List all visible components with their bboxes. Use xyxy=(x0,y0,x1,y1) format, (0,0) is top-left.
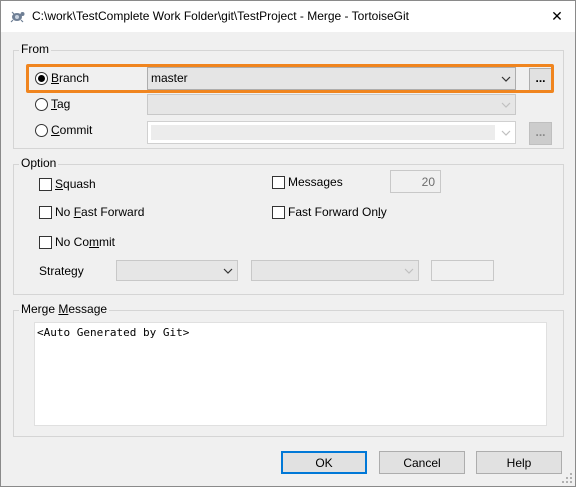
browse-dots: ... xyxy=(535,71,546,85)
messages-checkbox-box[interactable] xyxy=(272,175,285,189)
no-fast-forward-checkbox-box[interactable] xyxy=(39,205,52,219)
cancel-button[interactable]: Cancel xyxy=(379,451,465,474)
fast-forward-only-checkbox-box[interactable] xyxy=(272,205,285,219)
fast-forward-only-checkbox[interactable]: Fast Forward Only xyxy=(272,204,387,220)
strategy-param-input[interactable] xyxy=(431,260,494,281)
tag-label: Tag xyxy=(51,97,71,111)
window-title: C:\work\TestComplete Work Folder\git\Tes… xyxy=(32,9,410,23)
messages-count-input[interactable]: 20 xyxy=(390,170,441,193)
strategy-combo[interactable] xyxy=(116,260,238,281)
tag-radio-button[interactable] xyxy=(35,97,48,111)
close-icon: ✕ xyxy=(551,7,563,24)
squash-checkbox-box[interactable] xyxy=(39,177,52,191)
branch-label: Branch xyxy=(51,71,90,85)
ok-button[interactable]: OK xyxy=(281,451,367,474)
no-fast-forward-checkbox[interactable]: No Fast Forward xyxy=(39,204,144,220)
commit-browse-button[interactable]: ... xyxy=(529,122,552,145)
squash-label: Squash xyxy=(55,177,96,191)
commit-radio-button[interactable] xyxy=(35,123,48,137)
tortoisegit-icon xyxy=(10,9,26,23)
resize-grip-icon[interactable] xyxy=(561,472,573,484)
commit-radio[interactable]: Commit xyxy=(35,122,92,138)
squash-checkbox[interactable]: Squash xyxy=(39,176,96,192)
no-commit-checkbox[interactable]: No Commit xyxy=(39,234,115,250)
tag-combo[interactable] xyxy=(147,94,516,115)
commit-combo[interactable] xyxy=(147,121,516,144)
branch-combo[interactable]: master xyxy=(147,67,516,90)
no-commit-checkbox-box[interactable] xyxy=(39,235,52,249)
strategy-option-combo[interactable] xyxy=(251,260,419,281)
branch-radio[interactable]: Branch xyxy=(35,70,89,86)
branch-browse-button[interactable]: ... xyxy=(529,68,552,91)
messages-label: Messages xyxy=(288,175,343,189)
title-bar: C:\work\TestComplete Work Folder\git\Tes… xyxy=(1,1,575,32)
option-legend: Option xyxy=(19,156,59,170)
chevron-down-icon xyxy=(402,261,416,280)
chevron-down-icon xyxy=(499,122,513,143)
tag-radio[interactable]: Tag xyxy=(35,96,70,112)
chevron-down-icon xyxy=(499,95,513,114)
fast-forward-only-label: Fast Forward Only xyxy=(288,205,387,219)
merge-dialog: C:\work\TestComplete Work Folder\git\Tes… xyxy=(0,0,576,487)
branch-combo-value: master xyxy=(151,71,188,85)
chevron-down-icon xyxy=(499,68,513,89)
branch-radio-button[interactable] xyxy=(35,71,48,85)
browse-dots: ... xyxy=(535,125,546,139)
from-legend: From xyxy=(19,42,51,56)
messages-checkbox[interactable]: Messages xyxy=(272,174,343,190)
close-button[interactable]: ✕ xyxy=(544,5,570,27)
chevron-down-icon xyxy=(221,261,235,280)
help-button[interactable]: Help xyxy=(476,451,562,474)
strategy-label: Strategy xyxy=(39,264,84,278)
no-fast-forward-label: No Fast Forward xyxy=(55,205,145,219)
merge-message-textarea[interactable]: <Auto Generated by Git> xyxy=(34,322,547,426)
no-commit-label: No Commit xyxy=(55,235,116,249)
commit-combo-field xyxy=(151,125,495,140)
merge-message-legend: Merge Message xyxy=(19,302,110,316)
commit-label: Commit xyxy=(51,123,93,137)
